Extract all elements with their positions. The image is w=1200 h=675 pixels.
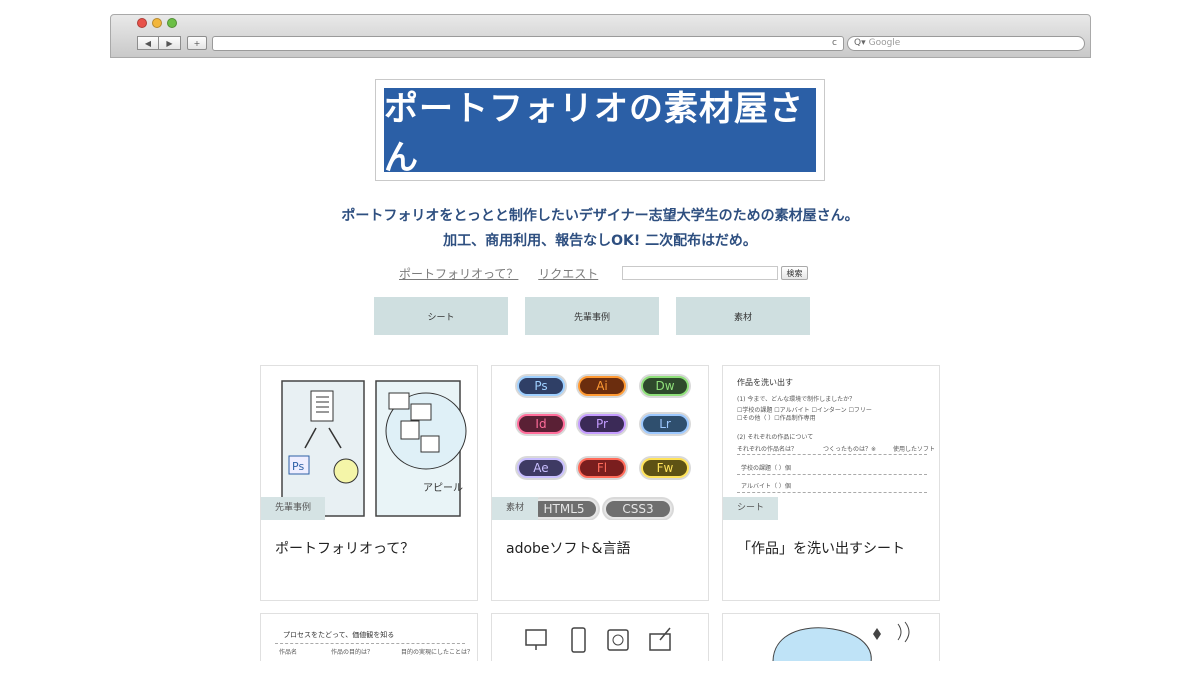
process-col1: 作品名 bbox=[279, 649, 298, 656]
reload-icon[interactable]: c bbox=[832, 38, 837, 48]
fireworks-icon: Fw bbox=[641, 458, 689, 478]
phone-icon bbox=[571, 627, 586, 653]
character-illustration bbox=[772, 621, 910, 661]
sheet-divider bbox=[737, 492, 927, 493]
process-col3: 目的の実現にしたことは？ bbox=[401, 649, 474, 656]
lightroom-icon: Lr bbox=[641, 414, 689, 434]
about-portfolio-link[interactable]: ポートフォリオって？ bbox=[399, 267, 518, 281]
card-category-badge: シート bbox=[723, 497, 779, 520]
indesign-icon: Id bbox=[517, 414, 565, 434]
monitor-icon bbox=[525, 629, 547, 646]
sheet-col1: それぞれの作品名は？ bbox=[737, 446, 798, 453]
browser-search-field[interactable]: Q▾ Google bbox=[847, 36, 1085, 51]
device-icons-illustration bbox=[525, 627, 671, 653]
card-title: 「作品」を洗い出すシート bbox=[737, 541, 905, 557]
drawing-tablet-icon bbox=[649, 633, 671, 651]
post-card-process-sheet[interactable]: プロセスをたどって、価値観を知る 作品名 作品の目的は？ 目的の実現にしたことは… bbox=[260, 613, 478, 661]
card-category-badge: 先輩事例 bbox=[261, 497, 326, 520]
flash-icon: Fl bbox=[578, 458, 626, 478]
sheet-row1: 学校の課題（ ）個 bbox=[741, 465, 791, 472]
site-search-button[interactable]: 検索 bbox=[781, 266, 808, 280]
aftereffects-icon: Ae bbox=[517, 458, 565, 478]
illustrator-icon: Ai bbox=[578, 376, 626, 396]
site-logo-text: ポートフォリオの素材屋さん bbox=[384, 88, 816, 178]
back-button[interactable]: ◀ bbox=[137, 36, 159, 50]
sheet-title: 作品を洗い出す bbox=[737, 378, 793, 387]
card-category-badge: 素材 bbox=[492, 497, 539, 520]
process-sheet-title: プロセスをたどって、価値観を知る bbox=[283, 631, 395, 639]
address-bar[interactable]: c bbox=[212, 36, 844, 51]
site-license-note: 加工、商用利用、報告なしOK! 二次配布はだめ。 bbox=[443, 233, 757, 249]
request-link[interactable]: リクエスト bbox=[538, 267, 598, 281]
post-card-adobe[interactable]: Ps Ai Dw Id Pr Lr Ae Fl Fw HTML5 CSS3 素材… bbox=[491, 365, 709, 601]
category-sheet-button[interactable]: シート bbox=[374, 297, 508, 335]
post-card-device-icons[interactable] bbox=[491, 613, 709, 661]
css3-icon: CSS3 bbox=[604, 499, 672, 519]
category-examples-button[interactable]: 先輩事例 bbox=[525, 297, 659, 335]
sheet-row2: アルバイト（ ）個 bbox=[741, 483, 791, 490]
new-tab-button[interactable]: + bbox=[187, 36, 207, 50]
post-card-sheet[interactable]: 作品を洗い出す (1) 今まで、どんな環境で制作しましたか？ ☐学校の課題 ☐ア… bbox=[722, 365, 940, 601]
category-materials-button[interactable]: 素材 bbox=[676, 297, 810, 335]
site-tagline: ポートフォリオをとっとと制作したいデザイナー志望大学生のための素材屋さん。 bbox=[341, 208, 859, 224]
search-icon: Q▾ bbox=[854, 38, 866, 48]
card-title: adobeソフト&言語 bbox=[506, 541, 631, 557]
minimize-window-button[interactable] bbox=[152, 18, 162, 28]
sheet-col3: 使用したソフト bbox=[893, 446, 936, 453]
post-card-illustration[interactable] bbox=[722, 613, 940, 661]
sheet-question2: (2) それぞれの作品について bbox=[737, 434, 814, 441]
dreamweaver-icon: Dw bbox=[641, 376, 689, 396]
sheet-col2: つくったものは？※ bbox=[823, 446, 877, 453]
premiere-icon: Pr bbox=[578, 414, 626, 434]
header-links: ポートフォリオって？ リクエスト bbox=[399, 265, 614, 282]
sheet-divider bbox=[737, 454, 927, 455]
site-search-input[interactable] bbox=[622, 266, 778, 280]
post-card-portfolio[interactable]: Ps アピール 先輩事例 ポートフォリオって？ bbox=[260, 365, 478, 601]
sheet-options2: ☐その他（ ）☐作品制作専用 bbox=[737, 415, 816, 422]
close-window-button[interactable] bbox=[137, 18, 147, 28]
tablet-icon bbox=[607, 629, 629, 651]
zoom-window-button[interactable] bbox=[167, 18, 177, 28]
browser-window-chrome: ◀ ▶ + c Q▾ Google bbox=[110, 14, 1091, 58]
photoshop-icon: Ps bbox=[517, 376, 565, 396]
forward-button[interactable]: ▶ bbox=[159, 36, 181, 50]
browser-search-placeholder: Google bbox=[868, 38, 901, 48]
site-logo[interactable]: ポートフォリオの素材屋さん bbox=[375, 79, 825, 181]
card-title: ポートフォリオって？ bbox=[275, 541, 415, 557]
process-col2: 作品の目的は？ bbox=[331, 649, 374, 656]
card1-appeal-label: アピール bbox=[423, 482, 463, 494]
html5-icon: HTML5 bbox=[530, 499, 598, 519]
browser-nav-buttons: ◀ ▶ + bbox=[137, 36, 207, 50]
sheet-divider bbox=[275, 643, 465, 644]
window-controls bbox=[137, 18, 177, 28]
sheet-divider bbox=[737, 474, 927, 475]
card1-ps-label: Ps bbox=[292, 460, 304, 473]
sheet-question1: (1) 今まで、どんな環境で制作しましたか？ bbox=[737, 396, 856, 403]
